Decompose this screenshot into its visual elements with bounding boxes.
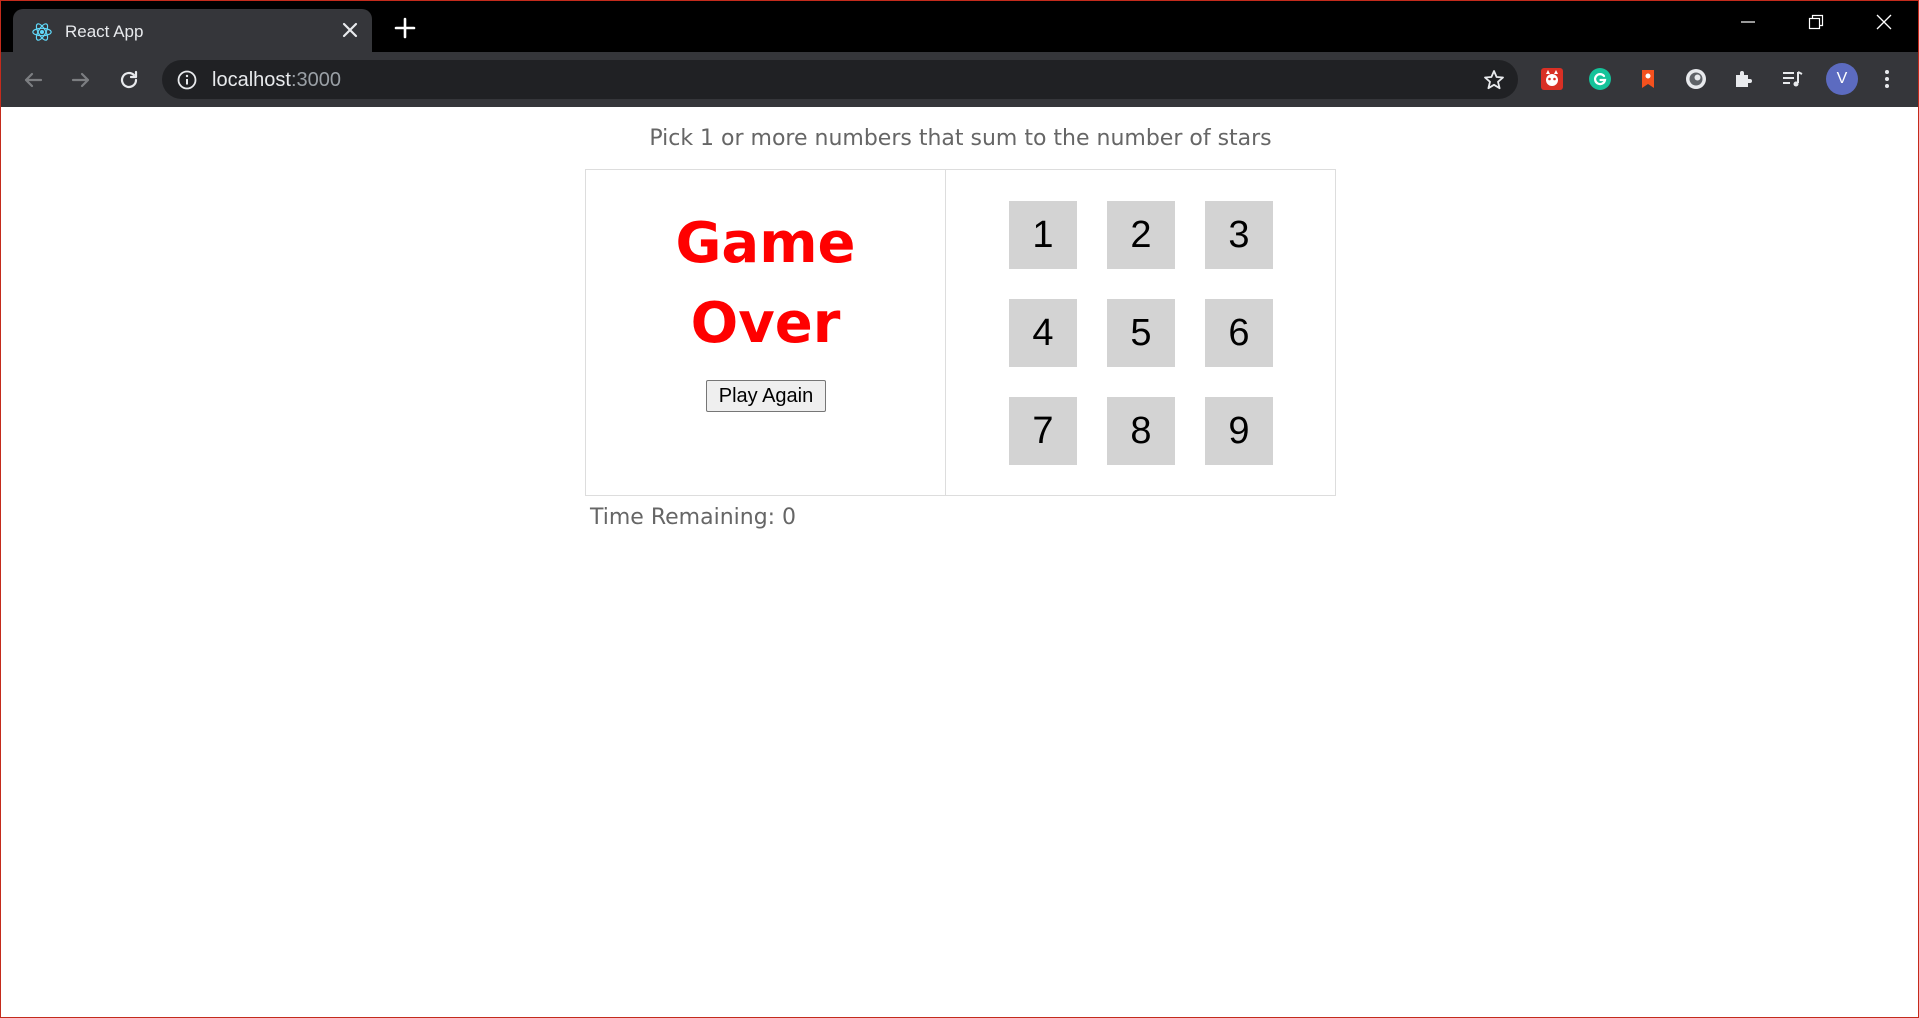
tab-react-app[interactable]: React App <box>13 9 372 52</box>
number-button-3[interactable]: 3 <box>1205 201 1273 269</box>
browser-window: React App localhost:3000 V Pick 1 or mor… <box>0 0 1919 1018</box>
number-button-9[interactable]: 9 <box>1205 397 1273 465</box>
number-button-4[interactable]: 4 <box>1009 299 1077 367</box>
media-queue-icon <box>1783 71 1803 87</box>
number-button-1[interactable]: 1 <box>1009 201 1077 269</box>
forward-button[interactable] <box>66 65 96 95</box>
new-tab-icon[interactable] <box>391 14 419 42</box>
time-remaining: Time Remaining: 0 <box>590 505 797 530</box>
bookmark-flag-icon <box>1642 70 1654 88</box>
numbers-panel: 1 2 3 4 5 6 7 8 9 <box>946 170 1335 495</box>
minimize-button[interactable] <box>1714 1 1782 43</box>
kebab-menu-icon <box>1885 70 1889 88</box>
ninja-cat-glyph-icon <box>1541 68 1563 90</box>
minimize-icon <box>1741 21 1755 23</box>
game-status-panel: Game Over Play Again <box>586 170 946 495</box>
number-button-7[interactable]: 7 <box>1009 397 1077 465</box>
number-button-2[interactable]: 2 <box>1107 201 1175 269</box>
url-host: localhost <box>212 69 291 91</box>
ninja-cat-icon[interactable] <box>1538 65 1566 93</box>
close-window-button[interactable] <box>1850 1 1918 43</box>
profile-avatar[interactable]: V <box>1826 63 1858 95</box>
avatar-initial: V <box>1836 70 1848 87</box>
bookmark-extension-icon[interactable] <box>1634 65 1662 93</box>
address-bar[interactable]: localhost:3000 <box>162 60 1518 99</box>
url-text: localhost:3000 <box>212 69 341 92</box>
number-button-8[interactable]: 8 <box>1107 397 1175 465</box>
site-info-icon[interactable] <box>176 69 198 91</box>
back-arrow-icon <box>24 72 43 88</box>
tab-title: React App <box>65 22 144 41</box>
game-over-line-1: Game <box>675 211 856 276</box>
close-tab-icon[interactable] <box>338 18 362 42</box>
circle-extension-icon[interactable] <box>1682 65 1710 93</box>
url-port: :3000 <box>290 69 341 91</box>
restore-icon <box>1808 14 1824 30</box>
play-again-button[interactable]: Play Again <box>706 380 826 412</box>
browser-toolbar: localhost:3000 V <box>1 52 1918 107</box>
circle-glyph-icon <box>1686 69 1706 89</box>
browser-menu-button[interactable] <box>1873 65 1901 93</box>
extensions-button[interactable] <box>1730 65 1758 93</box>
page-content: Pick 1 or more numbers that sum to the n… <box>1 107 1918 1017</box>
react-logo-icon <box>32 23 52 41</box>
restore-button[interactable] <box>1782 1 1850 43</box>
grammarly-icon[interactable] <box>1586 65 1614 93</box>
game-body: Game Over Play Again 1 2 3 4 5 6 7 8 9 <box>585 169 1336 496</box>
reload-icon <box>120 70 138 89</box>
puzzle-icon <box>1736 71 1752 87</box>
reload-button[interactable] <box>114 65 144 95</box>
number-button-6[interactable]: 6 <box>1205 299 1273 367</box>
forward-arrow-icon <box>71 72 90 88</box>
number-button-5[interactable]: 5 <box>1107 299 1175 367</box>
tab-strip: React App <box>1 1 1918 52</box>
back-button[interactable] <box>18 65 48 95</box>
bookmark-star-icon[interactable] <box>1482 68 1506 92</box>
close-window-icon <box>1876 14 1892 30</box>
game-over-message: Game Over <box>586 204 945 364</box>
help-text: Pick 1 or more numbers that sum to the n… <box>649 126 1272 151</box>
number-grid: 1 2 3 4 5 6 7 8 9 <box>1009 201 1277 465</box>
game-over-line-2: Over <box>690 291 841 356</box>
media-queue-button[interactable] <box>1778 65 1806 93</box>
grammarly-glyph-icon <box>1589 68 1611 90</box>
